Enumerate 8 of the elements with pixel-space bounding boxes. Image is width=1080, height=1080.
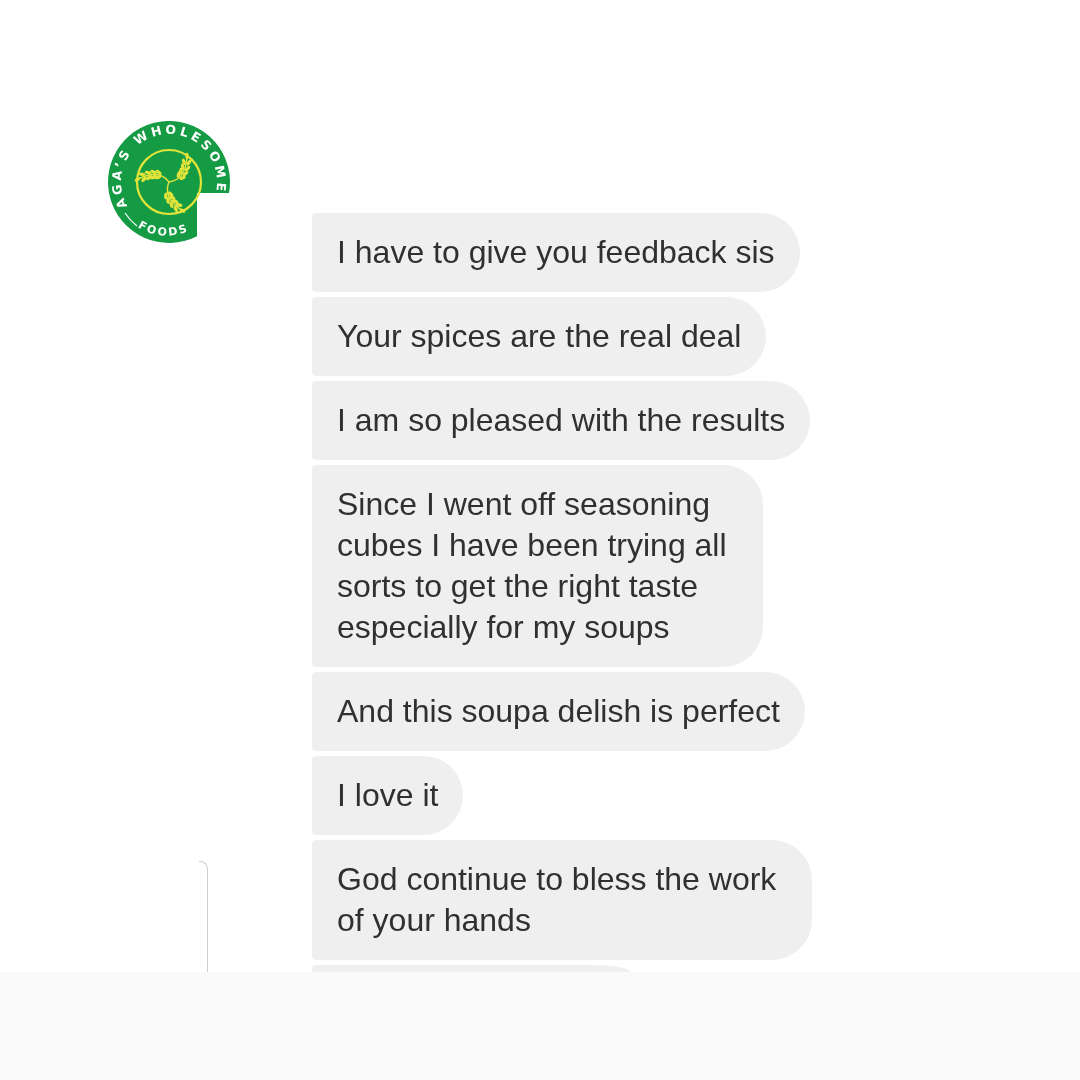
message-text: I am so pleased with the results xyxy=(337,401,786,440)
message-text: I love it xyxy=(337,776,439,815)
message-text: God continue to bless the work of your hands xyxy=(337,860,777,940)
logo-text: FOODS xyxy=(135,218,189,239)
message-text: Since I went off seasoning cubes I have been trying all sorts to get the right taste especially for my soups xyxy=(337,485,727,647)
message-text: And this soupa delish is perfect xyxy=(337,692,780,731)
message-text: I have to give you feedback sis xyxy=(337,233,775,272)
message-text: Your spices are the real deal xyxy=(337,317,742,356)
